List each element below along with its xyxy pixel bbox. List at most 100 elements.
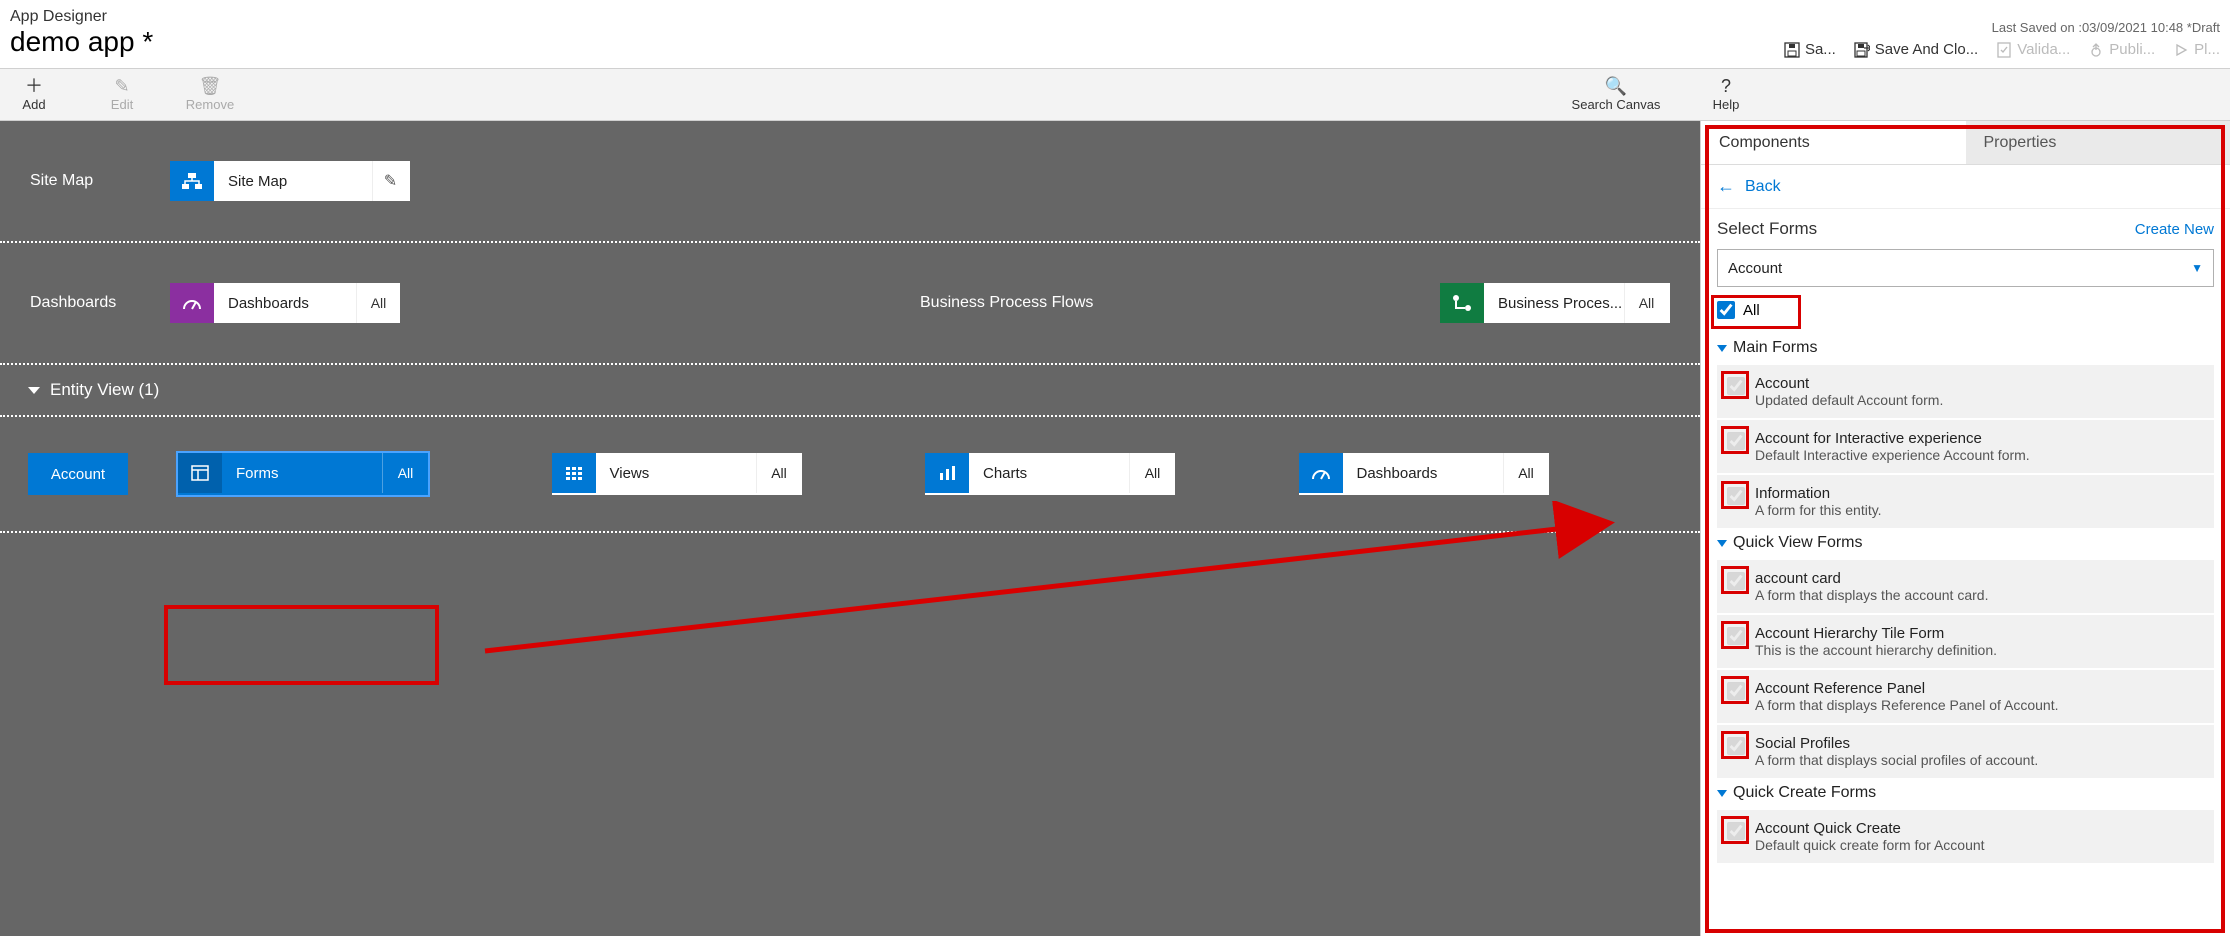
canvas: Site Map Site Map ✎ Dashboards — [0, 121, 1700, 936]
caret-down-icon — [1717, 790, 1727, 797]
gauge2-icon — [1299, 453, 1343, 493]
sitemap-icon — [170, 161, 214, 201]
header-actions: Sa... Save And Clo... Valida... Publi...… — [1784, 41, 2220, 58]
remove-button[interactable]: 🗑 Remove — [180, 77, 240, 112]
form-item-title: account card — [1755, 570, 1988, 587]
page-subtitle: App Designer — [10, 8, 153, 26]
tab-properties[interactable]: Properties — [1966, 121, 2230, 164]
form-item-checkbox[interactable] — [1727, 682, 1745, 700]
validate-icon — [1996, 42, 2012, 58]
form-item[interactable]: AccountUpdated default Account form. — [1717, 365, 2214, 418]
form-group-header[interactable]: Quick View Forms — [1717, 534, 2214, 552]
gauge-icon — [170, 283, 214, 323]
form-item-desc: A form that displays Reference Panel of … — [1755, 697, 2059, 713]
sitemap-tile-label: Site Map — [214, 161, 372, 201]
entity-dashboards-tile-label: Dashboards — [1343, 453, 1503, 493]
form-item[interactable]: Account for Interactive experienceDefaul… — [1717, 420, 2214, 473]
charts-icon — [925, 453, 969, 493]
dashboards-label: Dashboards — [30, 294, 130, 312]
save-button[interactable]: Sa... — [1784, 41, 1836, 58]
tab-components[interactable]: Components — [1701, 121, 1966, 164]
form-group-header[interactable]: Main Forms — [1717, 339, 2214, 357]
create-new-link[interactable]: Create New — [2135, 221, 2214, 238]
form-item-desc: This is the account hierarchy definition… — [1755, 642, 1997, 658]
views-badge: All — [756, 453, 802, 493]
component-cell-forms: Forms All — [178, 453, 552, 495]
header: App Designer demo app * Last Saved on :0… — [0, 0, 2230, 69]
form-item[interactable]: InformationA form for this entity. — [1717, 475, 2214, 528]
sitemap-edit-button[interactable]: ✎ — [372, 161, 408, 201]
form-item-checkbox[interactable] — [1727, 737, 1745, 755]
charts-tile[interactable]: Charts All — [925, 453, 1175, 495]
form-item-checkbox[interactable] — [1727, 572, 1745, 590]
form-item-title: Account for Interactive experience — [1755, 430, 2030, 447]
toolbar: ＋ Add ✎ Edit 🗑 Remove 🔍 Search Canvas ? … — [0, 69, 2230, 121]
sitemap-tile[interactable]: Site Map ✎ — [170, 161, 410, 201]
forms-tile-label: Forms — [222, 453, 382, 493]
form-item[interactable]: account cardA form that displays the acc… — [1717, 560, 2214, 613]
form-item-checkbox[interactable] — [1727, 487, 1745, 505]
search-icon: 🔍 — [1605, 77, 1627, 95]
dashboards-badge: All — [356, 283, 400, 323]
add-button[interactable]: ＋ Add — [4, 77, 64, 112]
publish-icon — [2088, 42, 2104, 58]
search-canvas-button[interactable]: 🔍 Search Canvas — [1566, 77, 1666, 112]
validate-button[interactable]: Valida... — [1996, 41, 2070, 58]
publish-button[interactable]: Publi... — [2088, 41, 2155, 58]
form-item[interactable]: Account Hierarchy Tile FormThis is the a… — [1717, 615, 2214, 668]
dashboards-tile[interactable]: Dashboards All — [170, 283, 400, 323]
caret-down-icon — [1717, 345, 1727, 352]
form-item-title: Information — [1755, 485, 1882, 502]
entity-account-button[interactable]: Account — [28, 453, 128, 495]
save-and-close-button[interactable]: Save And Clo... — [1854, 41, 1978, 58]
form-item[interactable]: Account Reference PanelA form that displ… — [1717, 670, 2214, 723]
dashboards-section: Dashboards Dashboards All Business Proce… — [0, 243, 1700, 365]
form-item-desc: Default quick create form for Account — [1755, 837, 1985, 853]
dashboards-tile-label: Dashboards — [214, 283, 356, 323]
filter-all-input[interactable] — [1717, 301, 1735, 319]
dash-wrap: Dashboards All Business Process Flows Bu… — [170, 283, 1670, 323]
form-item[interactable]: Social ProfilesA form that displays soci… — [1717, 725, 2214, 778]
play-button[interactable]: Pl... — [2173, 41, 2220, 58]
entity-view-header[interactable]: Entity View (1) — [0, 365, 1700, 417]
form-item-desc: Default Interactive experience Account f… — [1755, 447, 2030, 463]
views-tile[interactable]: Views All — [552, 453, 802, 495]
edit-button[interactable]: ✎ Edit — [92, 77, 152, 112]
forms-icon — [178, 453, 222, 493]
caret-down-icon — [28, 387, 40, 394]
bpf-tile[interactable]: Business Proces... All — [1440, 283, 1670, 323]
help-button[interactable]: ? Help — [1696, 77, 1756, 112]
sitemap-label: Site Map — [30, 172, 130, 190]
filter-all-checkbox[interactable]: All — [1717, 301, 1760, 319]
entity-select-value: Account — [1728, 260, 1782, 277]
form-item-desc: A form for this entity. — [1755, 502, 1882, 518]
form-item-title: Account — [1755, 375, 1943, 392]
form-item[interactable]: Account Quick CreateDefault quick create… — [1717, 810, 2214, 863]
form-item-title: Account Hierarchy Tile Form — [1755, 625, 1997, 642]
forms-tile[interactable]: Forms All — [178, 453, 428, 495]
form-item-checkbox[interactable] — [1727, 377, 1745, 395]
entity-select[interactable]: Account ▼ — [1717, 249, 2214, 287]
header-left: App Designer demo app * — [10, 8, 153, 58]
component-cell-views: Views All — [552, 453, 926, 495]
dash-right: Business Process Flows Business Proces..… — [920, 283, 1670, 323]
bpf-badge: All — [1624, 283, 1668, 323]
flow-icon — [1440, 283, 1484, 323]
entity-dashboards-tile[interactable]: Dashboards All — [1299, 453, 1549, 495]
caret-down-icon — [1717, 540, 1727, 547]
component-cell-charts: Charts All — [925, 453, 1299, 495]
charts-badge: All — [1129, 453, 1175, 493]
back-button[interactable]: ← Back — [1701, 165, 2230, 209]
dash-left: Dashboards All — [170, 283, 920, 323]
form-item-checkbox[interactable] — [1727, 822, 1745, 840]
form-item-checkbox[interactable] — [1727, 627, 1745, 645]
entity-row: Account Forms All — [0, 417, 1700, 533]
toolbar-left: ＋ Add ✎ Edit 🗑 Remove — [4, 77, 240, 112]
form-group-header[interactable]: Quick Create Forms — [1717, 784, 2214, 802]
save-icon — [1784, 42, 1800, 58]
form-item-title: Social Profiles — [1755, 735, 2038, 752]
form-item-checkbox[interactable] — [1727, 432, 1745, 450]
form-item-title: Account Reference Panel — [1755, 680, 2059, 697]
sitemap-section: Site Map Site Map ✎ — [0, 121, 1700, 243]
select-forms-title: Select Forms — [1717, 219, 1817, 239]
